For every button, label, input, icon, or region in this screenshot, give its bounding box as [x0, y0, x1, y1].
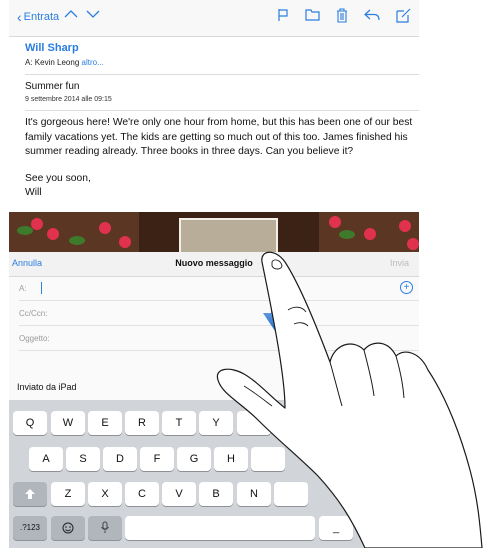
hand-gesture-illustration — [216, 251, 483, 548]
hand-outline — [216, 251, 483, 548]
